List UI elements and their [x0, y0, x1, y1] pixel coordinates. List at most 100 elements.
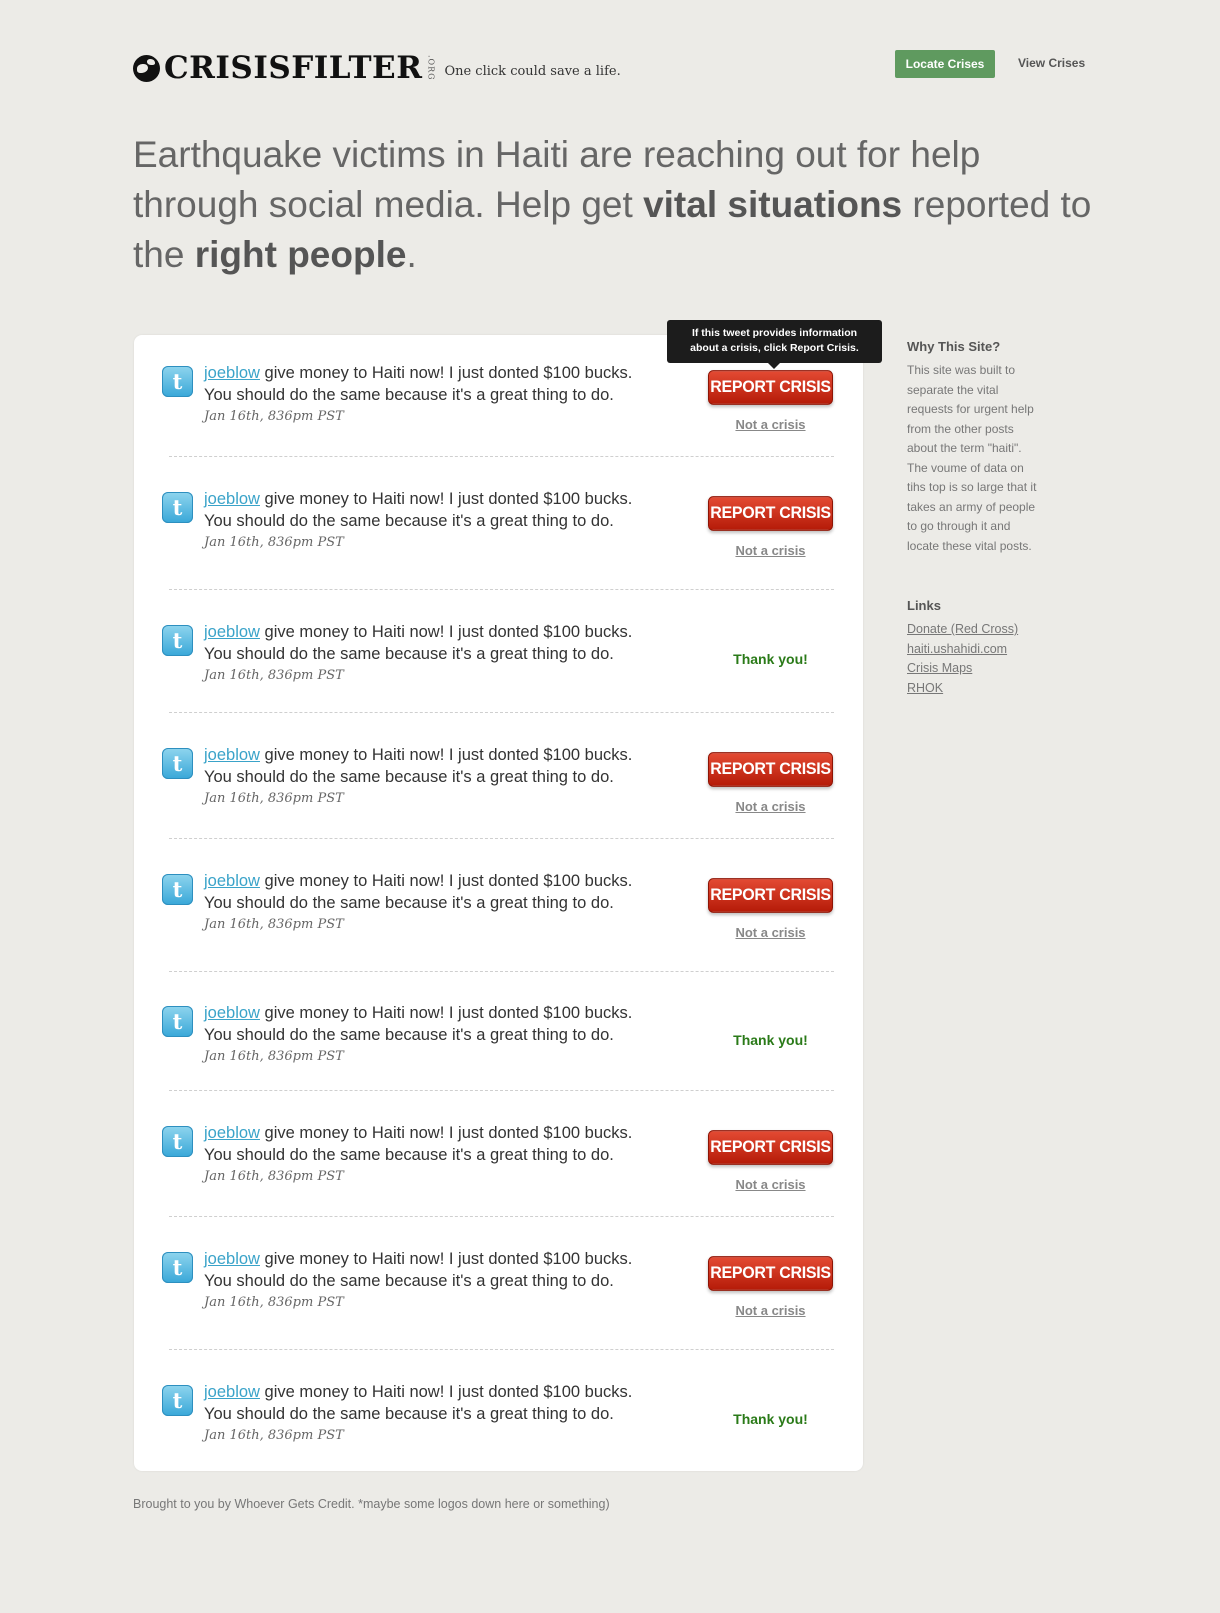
intro-text-3: .: [406, 234, 417, 275]
tweet-username-link[interactable]: joeblow: [204, 1004, 260, 1022]
tweet-date: Jan 16th, 836pm PST: [204, 1295, 344, 1310]
tweet-text: joeblow give money to Haiti now! I just …: [204, 1002, 664, 1046]
tweet-body: joeblow give money to Haiti now! I just …: [204, 1002, 664, 1064]
tweet-username-link[interactable]: joeblow: [204, 1124, 260, 1142]
tweet-text: joeblow give money to Haiti now! I just …: [204, 488, 664, 532]
tweet-body: joeblow give money to Haiti now! I just …: [204, 488, 664, 550]
links-title: Links: [907, 598, 941, 613]
tweet-divider: [169, 838, 834, 839]
link-donate-red-cross[interactable]: Donate (Red Cross): [907, 620, 1037, 640]
not-a-crisis-link[interactable]: Not a crisis: [708, 925, 833, 940]
not-a-crisis-link[interactable]: Not a crisis: [708, 417, 833, 432]
not-a-crisis-link[interactable]: Not a crisis: [708, 543, 833, 558]
tweet-text: joeblow give money to Haiti now! I just …: [204, 870, 664, 914]
tweet-divider: [169, 456, 834, 457]
tweet-username-link[interactable]: joeblow: [204, 1250, 260, 1268]
tweet-text: joeblow give money to Haiti now! I just …: [204, 362, 664, 406]
tweet-username-link[interactable]: joeblow: [204, 746, 260, 764]
sidebar: Why This Site? This site was built to se…: [907, 339, 1037, 698]
globe-icon: [133, 54, 160, 82]
tweet-feed: t joeblow give money to Haiti now! I just…: [134, 335, 863, 1471]
tweet-body: joeblow give money to Haiti now! I just …: [204, 1248, 664, 1310]
not-a-crisis-link[interactable]: Not a crisis: [708, 1177, 833, 1192]
tweet-username-link[interactable]: joeblow: [204, 490, 260, 508]
tweet-date: Jan 16th, 836pm PST: [204, 917, 344, 932]
twitter-bird-icon: t: [162, 1385, 193, 1416]
tweet-text: joeblow give money to Haiti now! I just …: [204, 621, 664, 665]
tweet-message: give money to Haiti now! I just donted $…: [204, 490, 633, 530]
thank-you-message: Thank you!: [733, 1032, 808, 1048]
locate-crises-button[interactable]: Locate Crises: [895, 50, 995, 78]
logo-suffix: .ORG: [426, 55, 436, 81]
tweet-body: joeblow give money to Haiti now! I just …: [204, 621, 664, 683]
tweet-username-link[interactable]: joeblow: [204, 1383, 260, 1401]
thank-you-message: Thank you!: [733, 651, 808, 667]
report-crisis-button[interactable]: Report Crisis: [708, 752, 833, 787]
tweet-message: give money to Haiti now! I just donted $…: [204, 1004, 633, 1044]
link-rhok[interactable]: RHOK: [907, 679, 1037, 699]
tooltip-line-2: about a crisis, click Report Crisis.: [690, 342, 859, 354]
twitter-bird-icon: t: [162, 366, 193, 397]
tweet-divider: [169, 712, 834, 713]
tweet-message: give money to Haiti now! I just donted $…: [204, 623, 633, 663]
report-crisis-button[interactable]: Report Crisis: [708, 370, 833, 405]
tweet-text: joeblow give money to Haiti now! I just …: [204, 1381, 664, 1425]
twitter-bird-icon: t: [162, 1006, 193, 1037]
twitter-bird-icon: t: [162, 1126, 193, 1157]
link-crisis-maps[interactable]: Crisis Maps: [907, 659, 1037, 679]
report-tooltip: If this tweet provides information about…: [667, 320, 882, 369]
tweet-message: give money to Haiti now! I just donted $…: [204, 746, 633, 786]
not-a-crisis-link[interactable]: Not a crisis: [708, 1303, 833, 1318]
twitter-bird-icon: t: [162, 625, 193, 656]
tweet-text: joeblow give money to Haiti now! I just …: [204, 744, 664, 788]
intro-bold-1: vital situations: [643, 184, 903, 225]
site-logo[interactable]: CRISISFILTER .ORG One click could save a…: [133, 50, 621, 86]
tweet-date: Jan 16th, 836pm PST: [204, 668, 344, 683]
tweet-message: give money to Haiti now! I just donted $…: [204, 1250, 633, 1290]
tweet-date: Jan 16th, 836pm PST: [204, 791, 344, 806]
report-crisis-button[interactable]: Report Crisis: [708, 878, 833, 913]
report-crisis-button[interactable]: Report Crisis: [708, 1130, 833, 1165]
tweet-body: joeblow give money to Haiti now! I just …: [204, 744, 664, 806]
tweet-divider: [169, 1349, 834, 1350]
tweet-body: joeblow give money to Haiti now! I just …: [204, 1381, 664, 1443]
view-crises-link[interactable]: View Crises: [1018, 56, 1085, 70]
twitter-bird-icon: t: [162, 874, 193, 905]
tweet-message: give money to Haiti now! I just donted $…: [204, 1383, 633, 1423]
tooltip-line-1: If this tweet provides information: [691, 327, 858, 339]
footer-credit: Brought to you by Whoever Gets Credit. *…: [133, 1497, 610, 1511]
tweet-divider: [169, 1090, 834, 1091]
tweet-date: Jan 16th, 836pm PST: [204, 535, 344, 550]
why-text: This site was built to separate the vita…: [907, 363, 1037, 553]
tweet-text: joeblow give money to Haiti now! I just …: [204, 1248, 664, 1292]
tweet-message: give money to Haiti now! I just donted $…: [204, 872, 633, 912]
tweet-body: joeblow give money to Haiti now! I just …: [204, 362, 664, 424]
tweet-date: Jan 16th, 836pm PST: [204, 1428, 344, 1443]
intro-headline: Earthquake victims in Haiti are reaching…: [133, 130, 1093, 280]
tweet-divider: [169, 971, 834, 972]
link-haiti-ushahidi[interactable]: haiti.ushahidi.com: [907, 640, 1037, 660]
twitter-bird-icon: t: [162, 1252, 193, 1283]
not-a-crisis-link[interactable]: Not a crisis: [708, 799, 833, 814]
logo-text: CRISISFILTER: [164, 50, 423, 86]
tweet-body: joeblow give money to Haiti now! I just …: [204, 870, 664, 932]
twitter-bird-icon: t: [162, 748, 193, 779]
tweet-username-link[interactable]: joeblow: [204, 623, 260, 641]
report-crisis-button[interactable]: Report Crisis: [708, 496, 833, 531]
twitter-bird-icon: t: [162, 492, 193, 523]
tweet-date: Jan 16th, 836pm PST: [204, 1049, 344, 1064]
tweet-username-link[interactable]: joeblow: [204, 872, 260, 890]
tweet-text: joeblow give money to Haiti now! I just …: [204, 1122, 664, 1166]
tweet-message: give money to Haiti now! I just donted $…: [204, 1124, 633, 1164]
why-title: Why This Site?: [907, 339, 1001, 354]
tagline: One click could save a life.: [444, 63, 621, 79]
tweet-date: Jan 16th, 836pm PST: [204, 1169, 344, 1184]
report-crisis-button[interactable]: Report Crisis: [708, 1256, 833, 1291]
tweet-divider: [169, 589, 834, 590]
intro-bold-2: right people: [194, 234, 407, 275]
tweet-body: joeblow give money to Haiti now! I just …: [204, 1122, 664, 1184]
tweet-message: give money to Haiti now! I just donted $…: [204, 364, 633, 404]
tweet-date: Jan 16th, 836pm PST: [204, 409, 344, 424]
links-section: Links Donate (Red Cross) haiti.ushahidi.…: [907, 598, 1037, 698]
tweet-username-link[interactable]: joeblow: [204, 364, 260, 382]
